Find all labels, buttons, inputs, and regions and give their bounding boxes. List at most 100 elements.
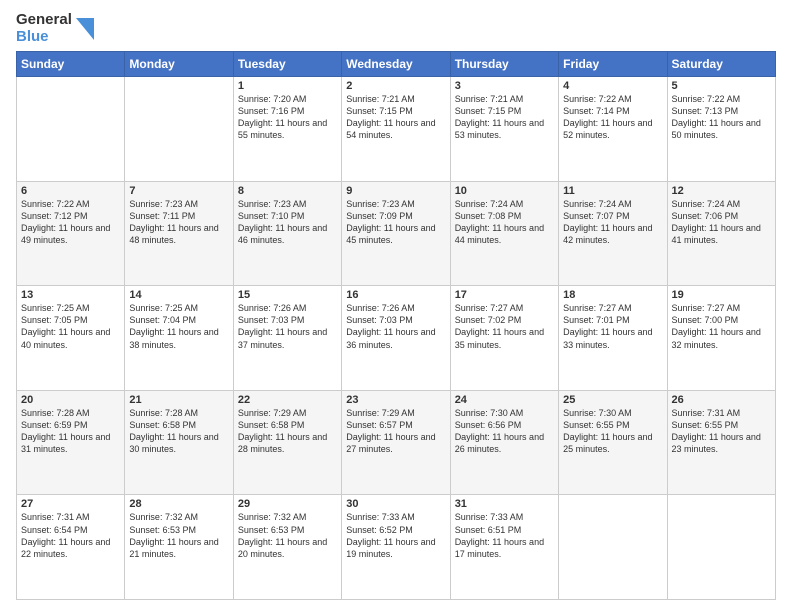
day-number: 23 [346,394,445,406]
day-info: Sunrise: 7:29 AMSunset: 6:57 PMDaylight:… [346,407,445,456]
day-number: 31 [455,498,554,510]
day-info: Sunrise: 7:26 AMSunset: 7:03 PMDaylight:… [346,302,445,351]
day-number: 25 [563,394,662,406]
day-info: Sunrise: 7:22 AMSunset: 7:14 PMDaylight:… [563,93,662,142]
day-number: 26 [672,394,771,406]
day-info: Sunrise: 7:22 AMSunset: 7:12 PMDaylight:… [21,198,120,247]
calendar-cell: 16Sunrise: 7:26 AMSunset: 7:03 PMDayligh… [342,286,450,391]
day-number: 13 [21,289,120,301]
day-number: 7 [129,185,228,197]
header-cell-sunday: Sunday [17,52,125,77]
day-info: Sunrise: 7:23 AMSunset: 7:10 PMDaylight:… [238,198,337,247]
day-info: Sunrise: 7:31 AMSunset: 6:54 PMDaylight:… [21,511,120,560]
calendar-cell: 25Sunrise: 7:30 AMSunset: 6:55 PMDayligh… [559,390,667,495]
day-info: Sunrise: 7:21 AMSunset: 7:15 PMDaylight:… [346,93,445,142]
day-number: 10 [455,185,554,197]
day-info: Sunrise: 7:31 AMSunset: 6:55 PMDaylight:… [672,407,771,456]
day-number: 29 [238,498,337,510]
calendar-cell: 11Sunrise: 7:24 AMSunset: 7:07 PMDayligh… [559,181,667,286]
calendar-cell: 8Sunrise: 7:23 AMSunset: 7:10 PMDaylight… [233,181,341,286]
day-number: 28 [129,498,228,510]
calendar-header-row: SundayMondayTuesdayWednesdayThursdayFrid… [17,52,776,77]
day-info: Sunrise: 7:23 AMSunset: 7:11 PMDaylight:… [129,198,228,247]
calendar-cell: 4Sunrise: 7:22 AMSunset: 7:14 PMDaylight… [559,77,667,182]
header: General Blue [16,12,776,45]
header-cell-wednesday: Wednesday [342,52,450,77]
calendar-cell: 15Sunrise: 7:26 AMSunset: 7:03 PMDayligh… [233,286,341,391]
day-info: Sunrise: 7:22 AMSunset: 7:13 PMDaylight:… [672,93,771,142]
day-info: Sunrise: 7:24 AMSunset: 7:07 PMDaylight:… [563,198,662,247]
header-cell-tuesday: Tuesday [233,52,341,77]
day-number: 27 [21,498,120,510]
day-number: 11 [563,185,662,197]
day-info: Sunrise: 7:24 AMSunset: 7:06 PMDaylight:… [672,198,771,247]
logo: General Blue [16,12,94,45]
calendar-cell: 20Sunrise: 7:28 AMSunset: 6:59 PMDayligh… [17,390,125,495]
day-info: Sunrise: 7:33 AMSunset: 6:52 PMDaylight:… [346,511,445,560]
day-info: Sunrise: 7:25 AMSunset: 7:05 PMDaylight:… [21,302,120,351]
day-number: 18 [563,289,662,301]
day-info: Sunrise: 7:21 AMSunset: 7:15 PMDaylight:… [455,93,554,142]
day-number: 17 [455,289,554,301]
calendar-cell: 5Sunrise: 7:22 AMSunset: 7:13 PMDaylight… [667,77,775,182]
calendar-cell: 1Sunrise: 7:20 AMSunset: 7:16 PMDaylight… [233,77,341,182]
calendar-cell: 19Sunrise: 7:27 AMSunset: 7:00 PMDayligh… [667,286,775,391]
calendar-table: SundayMondayTuesdayWednesdayThursdayFrid… [16,51,776,600]
day-info: Sunrise: 7:20 AMSunset: 7:16 PMDaylight:… [238,93,337,142]
day-info: Sunrise: 7:27 AMSunset: 7:01 PMDaylight:… [563,302,662,351]
calendar-cell: 31Sunrise: 7:33 AMSunset: 6:51 PMDayligh… [450,495,558,600]
day-info: Sunrise: 7:28 AMSunset: 6:58 PMDaylight:… [129,407,228,456]
calendar-cell [559,495,667,600]
day-number: 6 [21,185,120,197]
day-number: 16 [346,289,445,301]
calendar-cell: 30Sunrise: 7:33 AMSunset: 6:52 PMDayligh… [342,495,450,600]
day-info: Sunrise: 7:27 AMSunset: 7:00 PMDaylight:… [672,302,771,351]
day-info: Sunrise: 7:32 AMSunset: 6:53 PMDaylight:… [129,511,228,560]
calendar-cell: 10Sunrise: 7:24 AMSunset: 7:08 PMDayligh… [450,181,558,286]
day-number: 12 [672,185,771,197]
day-info: Sunrise: 7:24 AMSunset: 7:08 PMDaylight:… [455,198,554,247]
day-number: 19 [672,289,771,301]
day-number: 20 [21,394,120,406]
header-cell-thursday: Thursday [450,52,558,77]
calendar-cell: 28Sunrise: 7:32 AMSunset: 6:53 PMDayligh… [125,495,233,600]
logo-triangle-icon [72,14,94,44]
day-number: 3 [455,80,554,92]
day-info: Sunrise: 7:32 AMSunset: 6:53 PMDaylight:… [238,511,337,560]
day-info: Sunrise: 7:26 AMSunset: 7:03 PMDaylight:… [238,302,337,351]
calendar-cell: 6Sunrise: 7:22 AMSunset: 7:12 PMDaylight… [17,181,125,286]
calendar-cell: 21Sunrise: 7:28 AMSunset: 6:58 PMDayligh… [125,390,233,495]
calendar-cell: 9Sunrise: 7:23 AMSunset: 7:09 PMDaylight… [342,181,450,286]
calendar-week-row: 13Sunrise: 7:25 AMSunset: 7:05 PMDayligh… [17,286,776,391]
day-number: 21 [129,394,228,406]
day-info: Sunrise: 7:33 AMSunset: 6:51 PMDaylight:… [455,511,554,560]
calendar-cell: 3Sunrise: 7:21 AMSunset: 7:15 PMDaylight… [450,77,558,182]
calendar-cell [17,77,125,182]
calendar-cell [667,495,775,600]
day-number: 14 [129,289,228,301]
day-info: Sunrise: 7:30 AMSunset: 6:55 PMDaylight:… [563,407,662,456]
calendar-cell: 22Sunrise: 7:29 AMSunset: 6:58 PMDayligh… [233,390,341,495]
calendar-cell: 13Sunrise: 7:25 AMSunset: 7:05 PMDayligh… [17,286,125,391]
page: General Blue SundayMondayTuesdayWednesda… [0,0,792,612]
calendar-week-row: 20Sunrise: 7:28 AMSunset: 6:59 PMDayligh… [17,390,776,495]
calendar-cell: 18Sunrise: 7:27 AMSunset: 7:01 PMDayligh… [559,286,667,391]
day-number: 1 [238,80,337,92]
day-info: Sunrise: 7:25 AMSunset: 7:04 PMDaylight:… [129,302,228,351]
header-cell-monday: Monday [125,52,233,77]
logo-general: General [16,12,72,29]
calendar-cell: 24Sunrise: 7:30 AMSunset: 6:56 PMDayligh… [450,390,558,495]
calendar-cell: 7Sunrise: 7:23 AMSunset: 7:11 PMDaylight… [125,181,233,286]
day-number: 9 [346,185,445,197]
calendar-cell: 2Sunrise: 7:21 AMSunset: 7:15 PMDaylight… [342,77,450,182]
day-info: Sunrise: 7:28 AMSunset: 6:59 PMDaylight:… [21,407,120,456]
calendar-cell: 12Sunrise: 7:24 AMSunset: 7:06 PMDayligh… [667,181,775,286]
day-info: Sunrise: 7:23 AMSunset: 7:09 PMDaylight:… [346,198,445,247]
logo-blue: Blue [16,29,72,46]
day-number: 8 [238,185,337,197]
header-cell-friday: Friday [559,52,667,77]
day-number: 24 [455,394,554,406]
calendar-cell: 17Sunrise: 7:27 AMSunset: 7:02 PMDayligh… [450,286,558,391]
calendar-week-row: 1Sunrise: 7:20 AMSunset: 7:16 PMDaylight… [17,77,776,182]
day-number: 15 [238,289,337,301]
